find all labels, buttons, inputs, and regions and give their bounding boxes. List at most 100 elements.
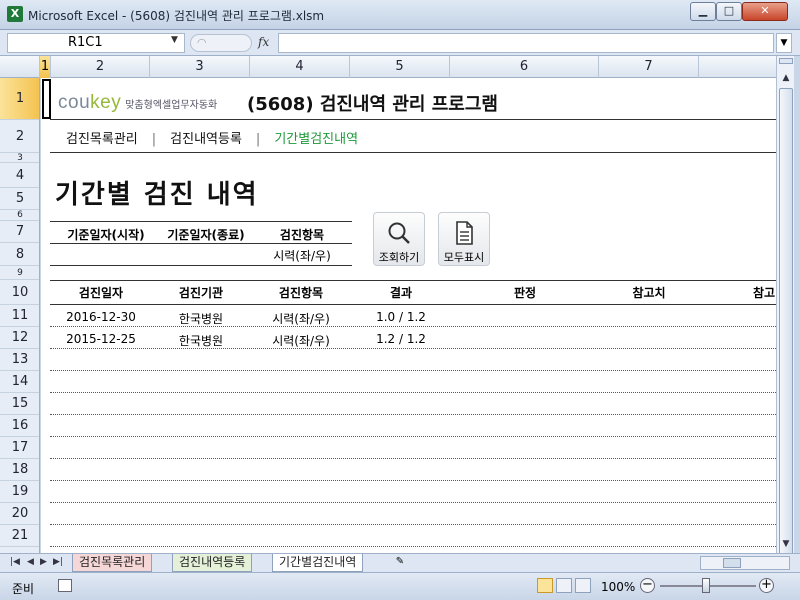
scroll-thumb[interactable]: [779, 88, 793, 568]
formula-input[interactable]: [278, 33, 774, 53]
table-cell[interactable]: 시력(좌/우): [251, 310, 351, 327]
logo-brand-key: key: [90, 92, 122, 113]
row-header[interactable]: 3: [0, 153, 39, 163]
row-header[interactable]: 14: [0, 371, 39, 393]
table-header: 참고: [753, 286, 776, 300]
nav-link-period[interactable]: 기간별검진내역: [274, 132, 358, 147]
sheet-tab-list[interactable]: 검진목록관리: [72, 554, 153, 572]
column-header[interactable]: 7: [599, 56, 699, 78]
row-divider: [50, 392, 776, 393]
row-header[interactable]: 4: [0, 163, 39, 188]
split-handle[interactable]: [779, 58, 793, 64]
scroll-up-icon[interactable]: ▲: [778, 70, 794, 86]
column-header[interactable]: 1: [40, 56, 51, 78]
vertical-scrollbar[interactable]: ▲ ▼: [776, 56, 794, 568]
table-cell[interactable]: 시력(좌/우): [251, 332, 351, 349]
logo-brand-cou: cou: [58, 92, 91, 113]
column-header[interactable]: 5: [350, 56, 450, 78]
page-heading: 기간별 검진 내역: [55, 180, 259, 210]
select-all-corner[interactable]: [0, 56, 40, 78]
filter-end-label: 기준일자(종료): [167, 228, 245, 242]
column-header[interactable]: [699, 56, 776, 78]
row-header[interactable]: 5: [0, 188, 39, 210]
logo-tagline: 맞춤형엑셀업무자동화: [125, 100, 218, 111]
row-header[interactable]: 16: [0, 415, 39, 437]
excel-app-icon[interactable]: X: [7, 6, 23, 22]
title-bar: X Microsoft Excel - (5608) 검진내역 관리 프로그램.…: [0, 0, 800, 30]
normal-view-icon[interactable]: [537, 578, 553, 593]
sheet-tab-period[interactable]: 기간별검진내역: [272, 554, 364, 572]
status-text: 준비: [12, 582, 35, 596]
row-headers: 1 2 3 4 5 6 7 8 9 10 11 12 13 14 15 16 1…: [0, 78, 40, 553]
sheet-tab-register[interactable]: 검진내역등록: [172, 554, 253, 572]
insert-function-icon[interactable]: fx: [258, 35, 269, 49]
maximize-button[interactable]: □: [716, 2, 742, 21]
chevron-down-icon[interactable]: ▼: [171, 35, 178, 45]
row-divider: [50, 436, 776, 437]
row-header[interactable]: 12: [0, 327, 39, 349]
row-divider: [50, 502, 776, 503]
column-header[interactable]: 6: [450, 56, 599, 78]
row-header[interactable]: 13: [0, 349, 39, 371]
row-header[interactable]: 15: [0, 393, 39, 415]
table-header: 판정: [513, 286, 537, 300]
table-cell[interactable]: 한국병원: [151, 332, 251, 349]
row-header[interactable]: 20: [0, 503, 39, 525]
zoom-in-icon[interactable]: +: [759, 578, 774, 593]
name-box[interactable]: R1C1: [7, 33, 185, 53]
table-cell[interactable]: 2015-12-25: [51, 332, 151, 346]
column-header[interactable]: 4: [250, 56, 350, 78]
horizontal-scrollbar[interactable]: [700, 556, 790, 570]
table-cell[interactable]: 2016-12-30: [51, 310, 151, 324]
row-header[interactable]: 9: [0, 266, 39, 280]
first-sheet-icon[interactable]: |◀: [10, 557, 20, 567]
row-header[interactable]: 8: [0, 243, 39, 266]
show-all-button[interactable]: 모두표시: [438, 212, 490, 266]
nav-link-list[interactable]: 검진목록관리: [66, 132, 138, 147]
column-header[interactable]: 2: [51, 56, 150, 78]
zoom-level[interactable]: 100%: [601, 580, 635, 594]
nav-separator: |: [151, 132, 157, 147]
page-layout-view-icon[interactable]: [556, 578, 572, 593]
row-header[interactable]: 10: [0, 280, 39, 305]
nav-link-register[interactable]: 검진내역등록: [170, 132, 242, 147]
row-header[interactable]: 18: [0, 459, 39, 481]
divider: [50, 152, 776, 153]
table-cell[interactable]: 한국병원: [151, 310, 251, 327]
table-cell[interactable]: 1.2 / 1.2: [351, 332, 451, 346]
search-button[interactable]: 조회하기: [373, 212, 425, 266]
expand-formula-bar-button[interactable]: ▼: [776, 33, 792, 53]
row-header[interactable]: 7: [0, 221, 39, 243]
scroll-thumb[interactable]: [723, 558, 741, 568]
insert-sheet-icon[interactable]: ✎: [390, 556, 410, 570]
row-header[interactable]: 11: [0, 305, 39, 327]
filter-item-input[interactable]: 시력(좌/우): [262, 247, 342, 264]
scroll-down-icon[interactable]: ▼: [778, 536, 794, 552]
table-header: 참고치: [632, 286, 666, 300]
row-header[interactable]: 19: [0, 481, 39, 503]
coukey-logo: coukey 맞춤형엑셀업무자동화: [58, 92, 217, 114]
row-header[interactable]: 2: [0, 120, 39, 153]
minimize-button[interactable]: ▁: [690, 2, 716, 21]
page-break-view-icon[interactable]: [575, 578, 591, 593]
worksheet-grid[interactable]: coukey 맞춤형엑셀업무자동화 (5608) 검진내역 관리 프로그램 검진목…: [41, 78, 776, 553]
divider: [50, 119, 776, 120]
close-button[interactable]: ✕: [742, 2, 788, 21]
row-header[interactable]: 6: [0, 210, 39, 221]
logo-brand: coukey: [58, 92, 121, 113]
zoom-out-icon[interactable]: −: [640, 578, 655, 593]
prev-sheet-icon[interactable]: ◀: [27, 557, 34, 567]
macro-record-icon[interactable]: [58, 579, 72, 592]
zoom-slider-thumb[interactable]: [702, 578, 710, 593]
row-header[interactable]: 21: [0, 525, 39, 547]
last-sheet-icon[interactable]: ▶|: [53, 557, 63, 567]
row-header[interactable]: 17: [0, 437, 39, 459]
program-title: (5608) 검진내역 관리 프로그램: [247, 94, 498, 115]
next-sheet-icon[interactable]: ▶: [40, 557, 47, 567]
filter-table: 기준일자(시작) 기준일자(종료) 검진항목 시력(좌/우): [50, 221, 352, 266]
row-divider: [50, 480, 776, 481]
row-header[interactable]: 1: [0, 78, 39, 120]
table-cell[interactable]: 1.0 / 1.2: [351, 310, 451, 324]
column-header[interactable]: 3: [150, 56, 250, 78]
formula-cancel-button: ◠: [190, 34, 252, 52]
